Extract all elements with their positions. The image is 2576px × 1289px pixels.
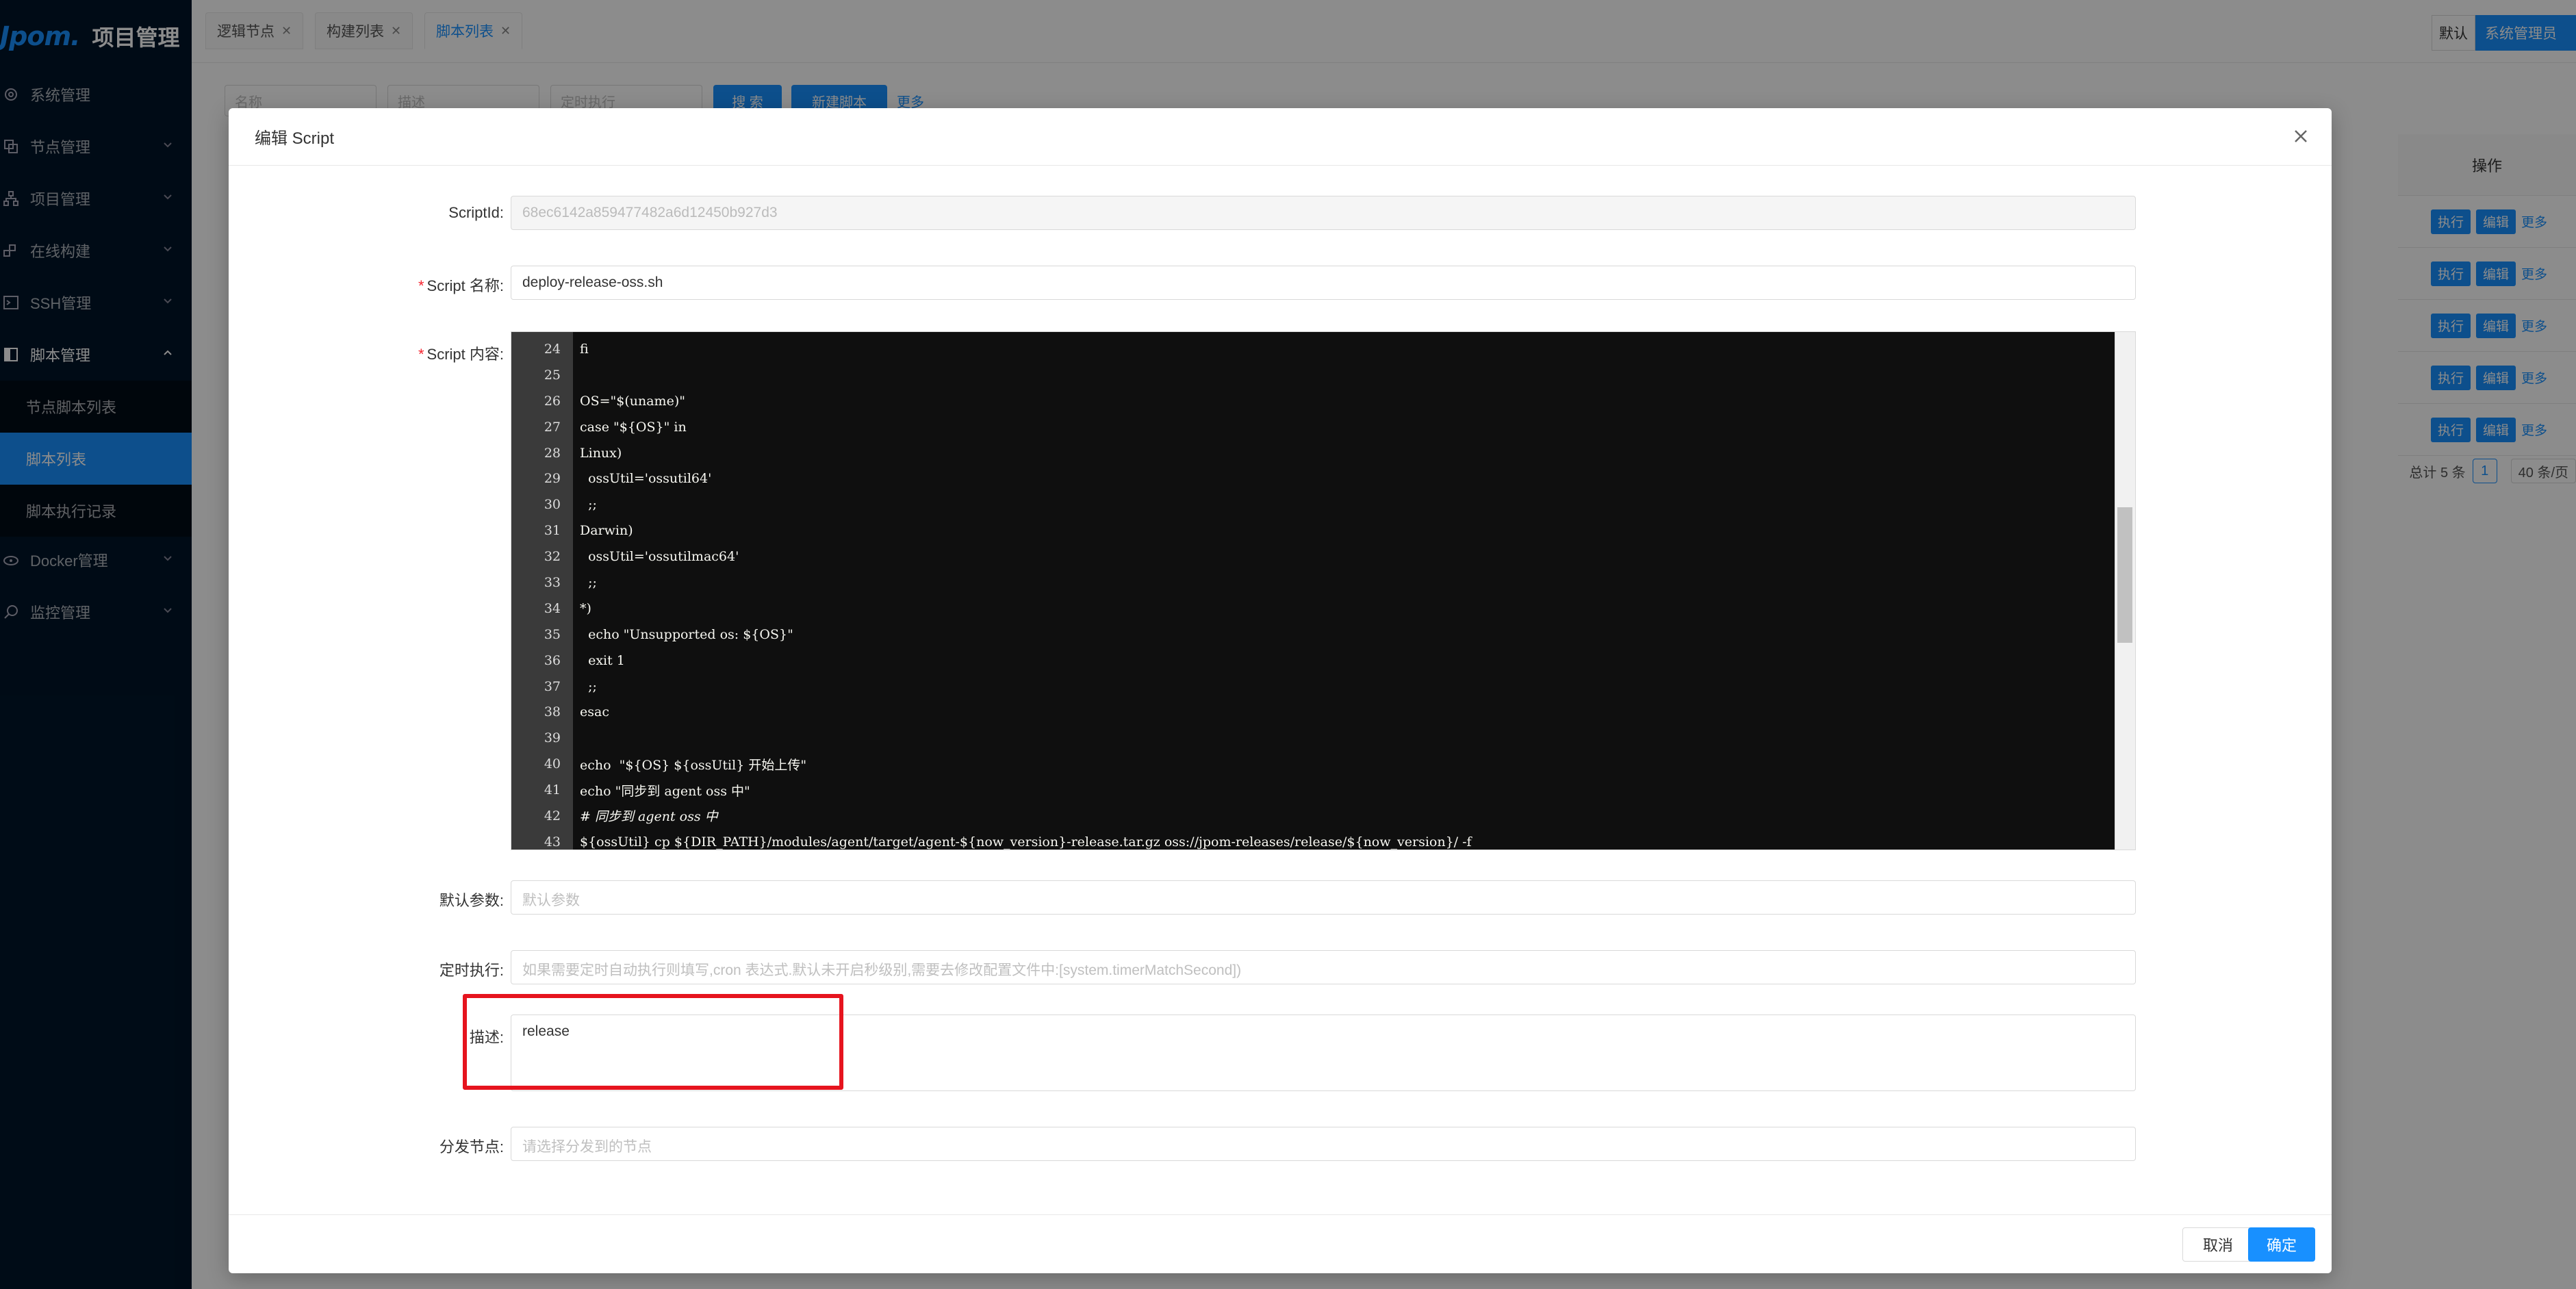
line-number: 40 <box>544 756 561 772</box>
line-number: 37 <box>544 678 561 694</box>
code-text: ;; <box>580 497 597 513</box>
code-text: OS="$(uname)" <box>580 393 685 409</box>
line-number: 33 <box>544 574 561 590</box>
cron-label: 定时执行: <box>439 962 504 979</box>
line-number: 41 <box>544 782 561 798</box>
dispatch-node-select[interactable]: 请选择分发到的节点 <box>511 1127 2136 1161</box>
code-line: 27 case "${OS}" in <box>511 414 2115 440</box>
script-id-label: ScriptId: <box>448 204 504 221</box>
code-line: 25 <box>511 362 2115 388</box>
code-text: ;; <box>580 574 597 590</box>
script-id-field: 68ec6142a859477482a6d12450b927d3 <box>511 196 2136 230</box>
dispatch-node-label: 分发节点: <box>439 1138 504 1156</box>
code-line: 37 ;; <box>511 674 2115 700</box>
code-text: Linux) <box>580 445 622 461</box>
line-number: 28 <box>544 445 561 461</box>
line-number: 27 <box>544 419 561 435</box>
code-line: 43 ${ossUtil} cp ${DIR_PATH}/modules/agen… <box>511 829 2115 850</box>
code-line: 35 echo "Unsupported os: ${OS}" <box>511 622 2115 648</box>
label-text: 定时执行 <box>439 962 500 979</box>
code-text: echo "${OS} ${ossUtil} 开始上传" <box>580 757 807 773</box>
code-text: exit 1 <box>580 652 625 668</box>
code-text: echo "同步到 agent oss 中" <box>580 783 750 799</box>
code-line: 28 Linux) <box>511 440 2115 466</box>
code-line: 26 OS="$(uname)" <box>511 388 2115 414</box>
modal-footer: 取消 确定 <box>229 1214 2332 1273</box>
script-content-label: * Script 内容: <box>418 346 504 363</box>
code-text: ossUtil='ossutilmac64' <box>580 549 739 565</box>
line-number: 32 <box>544 549 561 565</box>
code-line: 36 exit 1 <box>511 648 2115 674</box>
edit-script-modal: 编辑 Script ScriptId: 68ec6142a859477482a6… <box>229 108 2332 1273</box>
code-text: Darwin) <box>580 523 633 539</box>
label-text: Script 内容 <box>426 346 500 363</box>
line-number: 24 <box>544 341 561 357</box>
line-number: 39 <box>544 730 561 746</box>
code-text: ${ossUtil} cp ${DIR_PATH}/modules/agent/… <box>580 834 1472 850</box>
line-number: 26 <box>544 393 561 409</box>
default-args-label: 默认参数: <box>439 892 504 909</box>
line-number: 34 <box>544 600 561 616</box>
line-number: 29 <box>544 471 561 487</box>
code-line: 34 *) <box>511 596 2115 622</box>
code-line: 29 ossUtil='ossutil64' <box>511 465 2115 492</box>
scrollbar-thumb[interactable] <box>2117 507 2132 643</box>
code-line: 42 # 同步到 agent oss 中 <box>511 803 2115 829</box>
confirm-button[interactable]: 确定 <box>2248 1227 2315 1262</box>
code-line: 31 Darwin) <box>511 518 2115 544</box>
cron-input[interactable]: 如果需要定时自动执行则填写,cron 表达式.默认未开启秒级别,需要去修改配置文… <box>511 950 2136 984</box>
script-code-editor[interactable]: 24 fi 25 26 OS="$(uname)" 27 case "${OS}" i… <box>511 331 2136 850</box>
code-text: ;; <box>580 678 597 694</box>
code-line: 32 ossUtil='ossutilmac64' <box>511 544 2115 570</box>
code-line: 39 <box>511 725 2115 751</box>
line-number: 42 <box>544 808 561 824</box>
code-line: 40 echo "${OS} ${ossUtil} 开始上传" <box>511 751 2115 777</box>
code-line: 24 fi <box>511 336 2115 362</box>
code-text: esac <box>580 704 609 720</box>
code-lines: 24 fi 25 26 OS="$(uname)" 27 case "${OS}" i… <box>511 336 2115 850</box>
code-text: echo "Unsupported os: ${OS}" <box>580 626 793 642</box>
code-line: 33 ;; <box>511 570 2115 596</box>
close-icon[interactable] <box>2291 126 2311 146</box>
script-name-label: * Script 名称: <box>418 277 504 294</box>
label-text: 分发节点 <box>439 1138 500 1156</box>
line-number: 31 <box>544 523 561 539</box>
script-name-input[interactable]: deploy-release-oss.sh <box>511 266 2136 300</box>
code-text: # 同步到 agent oss 中 <box>580 809 718 825</box>
cancel-button[interactable]: 取消 <box>2182 1227 2254 1262</box>
editor-scrollbar[interactable] <box>2115 332 2135 850</box>
code-line: 30 ;; <box>511 492 2115 518</box>
line-number: 38 <box>544 704 561 720</box>
highlight-annotation <box>463 994 843 1090</box>
code-text: fi <box>580 341 589 357</box>
code-line: 41 echo "同步到 agent oss 中" <box>511 777 2115 803</box>
line-number: 30 <box>544 497 561 513</box>
label-text: ScriptId <box>448 204 500 221</box>
modal-title: 编辑 Script <box>229 108 2332 166</box>
line-number: 36 <box>544 652 561 668</box>
code-text: case "${OS}" in <box>580 419 687 435</box>
label-text: Script 名称 <box>426 277 500 294</box>
line-number: 25 <box>544 367 561 383</box>
line-number: 43 <box>544 834 561 850</box>
default-args-input[interactable]: 默认参数 <box>511 880 2136 915</box>
code-line: 38 esac <box>511 699 2115 725</box>
code-text: *) <box>580 600 591 616</box>
label-text: 默认参数 <box>439 892 500 909</box>
code-text: ossUtil='ossutil64' <box>580 471 712 487</box>
line-number: 35 <box>544 626 561 642</box>
